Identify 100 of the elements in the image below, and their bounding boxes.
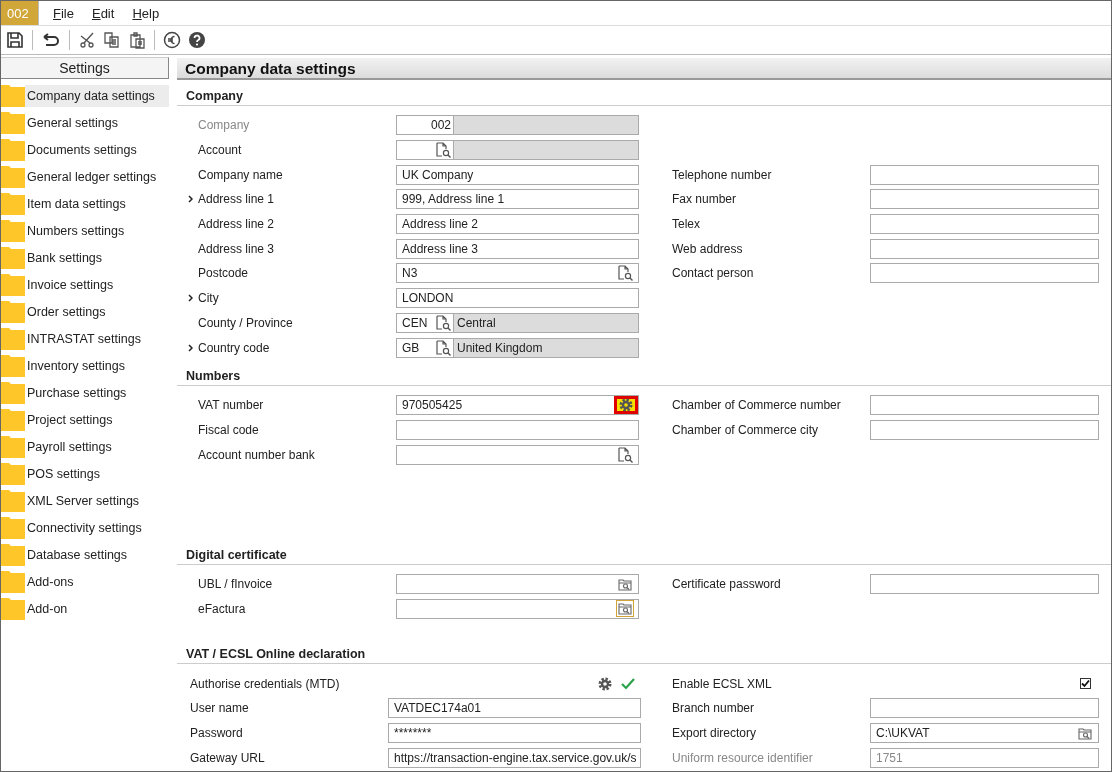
sidebar-item[interactable]: Payroll settings — [25, 435, 169, 458]
lookup-icon[interactable] — [617, 265, 633, 282]
text-field[interactable] — [396, 419, 639, 440]
folder-icon — [1, 110, 25, 135]
field-label: Fiscal code — [198, 422, 260, 437]
field-label: Account number bank — [198, 447, 316, 462]
text-field[interactable] — [870, 395, 1099, 416]
folder-icon — [1, 191, 25, 216]
text-field[interactable]: ******** — [388, 723, 641, 744]
field-label: Postcode — [198, 266, 250, 281]
field-label: Telex — [672, 217, 701, 232]
sidebar-item[interactable]: XML Server settings — [25, 489, 169, 512]
folder-field[interactable] — [396, 574, 639, 595]
lookup-icon[interactable] — [435, 142, 451, 159]
description-field: United Kingdom — [454, 337, 639, 358]
lookup-icon[interactable] — [435, 314, 451, 331]
folder-icon — [1, 272, 25, 297]
field-label: Certificate password — [672, 577, 782, 592]
text-field[interactable] — [870, 263, 1099, 284]
folder-icon — [1, 515, 25, 540]
checkbox[interactable] — [1080, 678, 1091, 690]
sidebar-item[interactable]: Bank settings — [25, 246, 169, 269]
folder-icon — [1, 245, 25, 270]
sidebar-item[interactable]: INTRASTAT settings — [25, 327, 169, 350]
field-label: Chamber of Commerce city — [672, 422, 820, 437]
folder-icon — [1, 488, 25, 513]
text-field[interactable]: 999, Address line 1 — [396, 189, 639, 210]
folder-icon — [1, 596, 25, 621]
code-field[interactable]: GB — [396, 337, 454, 358]
sidebar-item[interactable]: Add-ons — [25, 570, 169, 593]
text-field[interactable]: Address line 3 — [396, 238, 639, 259]
sidebar-title: Settings — [1, 57, 169, 79]
settings-button[interactable] — [614, 396, 638, 415]
text-field[interactable]: VATDEC174a01 — [388, 698, 641, 719]
sidebar-item[interactable]: Inventory settings — [25, 354, 169, 377]
code-field[interactable]: CEN — [396, 312, 454, 333]
code-field[interactable] — [396, 140, 454, 161]
folder-icon — [1, 164, 25, 189]
field-label: Address line 1 — [198, 192, 276, 207]
field-label: County / Province — [198, 315, 294, 330]
field-label: Telephone number — [672, 167, 773, 182]
text-field[interactable]: UK Company — [396, 164, 639, 185]
sidebar-item[interactable]: Invoice settings — [25, 273, 169, 296]
chevron-icon[interactable] — [188, 294, 193, 303]
folder-icon — [1, 434, 25, 459]
text-field[interactable] — [870, 164, 1099, 185]
euro-icon[interactable] — [161, 29, 183, 51]
text-field[interactable]: 970505425 — [396, 395, 639, 416]
sidebar-item[interactable]: Item data settings — [25, 192, 169, 215]
lookup-icon[interactable] — [617, 446, 633, 463]
help-icon[interactable] — [186, 29, 208, 51]
chevron-icon[interactable] — [188, 343, 193, 352]
text-field[interactable] — [870, 419, 1099, 440]
company-badge: 002 — [1, 1, 39, 25]
folder-icon — [1, 407, 25, 432]
menu-item[interactable]: Edit — [87, 5, 119, 21]
sidebar-item[interactable]: Company data settings — [25, 84, 169, 107]
panel-title: Company data settings — [177, 58, 1111, 80]
text-field[interactable] — [870, 698, 1099, 719]
sidebar-item[interactable]: Project settings — [25, 408, 169, 431]
folder-icon — [1, 380, 25, 405]
field-label: Address line 2 — [198, 217, 276, 232]
text-field[interactable] — [870, 238, 1099, 259]
field-label: eFactura — [198, 601, 247, 616]
settings-icon[interactable] — [598, 676, 612, 691]
chevron-icon[interactable] — [188, 195, 193, 204]
text-field[interactable]: Address line 2 — [396, 214, 639, 235]
field-label: Account — [198, 143, 243, 158]
sidebar-item[interactable]: Order settings — [25, 300, 169, 323]
sidebar-item[interactable]: Add-on — [25, 597, 169, 620]
folder-search-icon[interactable] — [1077, 725, 1093, 741]
menu-item[interactable]: File — [49, 5, 78, 21]
save-icon[interactable] — [4, 29, 26, 51]
text-field[interactable] — [870, 214, 1099, 235]
folder-field[interactable] — [396, 598, 639, 619]
folder-icon — [1, 218, 25, 243]
sidebar-item[interactable]: Connectivity settings — [25, 516, 169, 539]
sidebar-item[interactable]: Purchase settings — [25, 381, 169, 404]
folder-search-icon[interactable] — [617, 576, 633, 592]
folder-icon — [1, 353, 25, 378]
text-field[interactable] — [870, 189, 1099, 210]
description-field: Central — [454, 312, 639, 333]
sidebar-item[interactable]: General settings — [25, 111, 169, 134]
sidebar-item[interactable]: Numbers settings — [25, 219, 169, 242]
field-label: Fax number — [672, 192, 738, 207]
sidebar-item[interactable]: POS settings — [25, 462, 169, 485]
sidebar-item[interactable]: Database settings — [25, 543, 169, 566]
lookup-field[interactable]: N3 — [396, 263, 639, 284]
sidebar-item[interactable]: Documents settings — [25, 138, 169, 161]
text-field[interactable]: https://transaction-engine.tax.service.gov.uk/s — [388, 747, 641, 768]
sidebar-item[interactable]: General ledger settings — [25, 165, 169, 188]
text-field[interactable] — [870, 574, 1099, 595]
lookup-icon[interactable] — [435, 339, 451, 356]
folder-field[interactable]: C:\UKVAT — [870, 723, 1099, 744]
lookup-field[interactable] — [396, 444, 639, 465]
menu-item[interactable]: Help — [128, 5, 164, 21]
field-label: Branch number — [672, 701, 756, 716]
field-label: Chamber of Commerce number — [672, 398, 842, 413]
folder-search-icon[interactable] — [617, 601, 633, 617]
text-field[interactable]: LONDON — [396, 288, 639, 309]
